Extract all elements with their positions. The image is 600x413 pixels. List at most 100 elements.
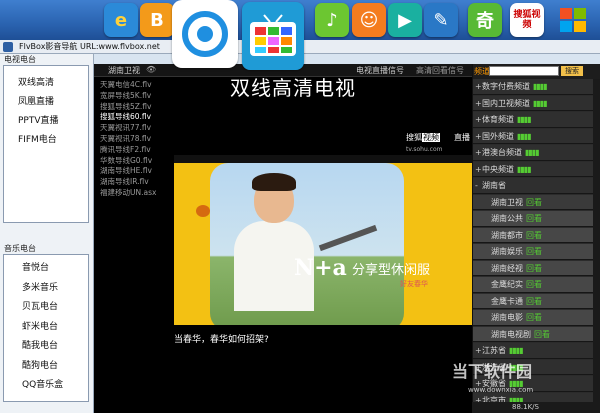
tv-grid-icon bbox=[250, 14, 296, 56]
channel-name: 湖南公共 bbox=[491, 214, 523, 223]
tv-item[interactable]: 凤凰直播 bbox=[4, 93, 88, 112]
sohu-logo: 搜狐视频 bbox=[406, 132, 440, 143]
playlist-item[interactable]: 腾讯导线F2.flv bbox=[100, 145, 172, 156]
music-item[interactable]: 虾米电台 bbox=[4, 318, 88, 338]
tab-hd-playback[interactable]: 高清回看信号 bbox=[416, 65, 464, 76]
music-item[interactable]: 音悦台 bbox=[4, 259, 88, 279]
pptv-icon[interactable] bbox=[172, 0, 238, 68]
playback-link[interactable]: 回看 bbox=[526, 313, 542, 322]
bird-app-icon[interactable]: ✎ bbox=[424, 3, 458, 37]
playback-link[interactable]: 回看 bbox=[526, 198, 542, 207]
channel-item[interactable]: 湖南卫视 回看 bbox=[473, 194, 593, 210]
channel-category[interactable]: +国外频道 ▮▮▮▮ bbox=[473, 128, 593, 145]
qiyi-app-icon[interactable]: 奇 bbox=[468, 3, 502, 37]
expand-icon[interactable]: + bbox=[475, 129, 482, 145]
channel-category[interactable]: +江苏省 ▮▮▮▮ bbox=[473, 343, 593, 359]
channel-item[interactable]: 金鹰纪实 回看 bbox=[473, 277, 593, 293]
playlist-item[interactable]: 华数导线G0.flv bbox=[100, 156, 172, 167]
live-badge: 直播 bbox=[454, 133, 470, 142]
channel-category[interactable]: +国内卫视频道 ▮▮▮▮ bbox=[473, 95, 593, 112]
music-item[interactable]: 贝瓦电台 bbox=[4, 298, 88, 318]
playlist-item[interactable]: 搜狐导线60.flv bbox=[100, 112, 172, 123]
music-group: 音悦台 多米音乐 贝瓦电台 虾米电台 酷我电台 酷狗电台 QQ音乐盒 bbox=[3, 254, 89, 402]
signal-bars-icon: ▮▮▮▮ bbox=[533, 98, 548, 108]
channel-scrollbar[interactable] bbox=[593, 79, 600, 413]
video-area: 湖南卫视 👁 电视直播信号 高清回看信号 天翼电信4C.flv 宽屏导线5K.fl… bbox=[94, 64, 472, 413]
bike-handle bbox=[318, 224, 378, 252]
sohu-video-app-icon[interactable]: 搜狐视频 bbox=[510, 3, 544, 37]
channel-item[interactable]: 湖南都市 回看 bbox=[473, 227, 593, 243]
tv-item[interactable]: PPTV直播 bbox=[4, 112, 88, 131]
channel-item[interactable]: 湖南经视 回看 bbox=[473, 260, 593, 276]
status-bar: 88.1K/S bbox=[472, 402, 600, 413]
playlist-item[interactable]: 宽屏导线5K.flv bbox=[100, 91, 172, 102]
playback-link[interactable]: 回看 bbox=[526, 231, 542, 240]
channel-category[interactable]: +数字付费频道 ▮▮▮▮ bbox=[473, 79, 593, 95]
channel-category-name: 湖南省 bbox=[482, 181, 506, 190]
playlist-item[interactable]: 福建移动UN.asx bbox=[100, 188, 172, 199]
search-button[interactable]: 搜索 bbox=[561, 66, 583, 76]
playlist-item[interactable]: 天翼视讯77.flv bbox=[100, 123, 172, 134]
play-app-icon[interactable]: ▶ bbox=[388, 3, 422, 37]
channel-category[interactable]: - 湖南省 bbox=[473, 178, 593, 194]
playlist-item[interactable]: 湖南导线HE.flv bbox=[100, 166, 172, 177]
playback-link[interactable]: 回看 bbox=[526, 247, 542, 256]
expand-icon[interactable]: + bbox=[475, 96, 482, 112]
channel-item[interactable]: 湖南电视剧 回看 bbox=[473, 326, 593, 342]
playback-link[interactable]: 回看 bbox=[534, 330, 550, 339]
video-frame[interactable]: N+a 分享型休闲服 好友春华 bbox=[174, 155, 472, 325]
channel-category-name: 国外频道 bbox=[482, 131, 514, 141]
music-item[interactable]: QQ音乐盒 bbox=[4, 376, 88, 396]
left-panel: 电视电台 双线高清 凤凰直播 PPTV直播 FIFM电台 音乐电台 音悦台 多米… bbox=[0, 54, 94, 413]
playlist-item[interactable]: 搜狐导线5Z.flv bbox=[100, 102, 172, 113]
tv-item[interactable]: FIFM电台 bbox=[4, 131, 88, 150]
tab-hunan-tv[interactable]: 湖南卫视 bbox=[108, 65, 140, 76]
playback-link[interactable]: 回看 bbox=[526, 264, 542, 273]
expand-icon[interactable]: + bbox=[475, 162, 482, 178]
channel-item[interactable]: 湖南电影 回看 bbox=[473, 310, 593, 326]
baofeng-icon[interactable]: B bbox=[140, 3, 174, 37]
playlist-item[interactable]: 天翼电信4C.flv bbox=[100, 80, 172, 91]
channel-item[interactable]: 金鹰卡通 回看 bbox=[473, 293, 593, 309]
channel-category[interactable]: +体育频道 ▮▮▮▮ bbox=[473, 112, 593, 128]
collapse-icon[interactable]: - bbox=[475, 178, 482, 194]
expand-icon[interactable]: + bbox=[475, 343, 482, 359]
channel-category[interactable]: +港澳台频道 ▮▮▮▮ bbox=[473, 145, 593, 161]
playback-link[interactable]: 回看 bbox=[526, 214, 542, 223]
channel-item[interactable]: 湖南公共 回看 bbox=[473, 211, 593, 227]
expand-icon[interactable]: + bbox=[475, 79, 482, 95]
channel-category[interactable]: +中央频道 ▮▮▮▮ bbox=[473, 161, 593, 178]
channel-name: 湖南经视 bbox=[491, 263, 523, 273]
sohu-url: tv.sohu.com bbox=[406, 146, 443, 153]
playlist-item[interactable]: 湖南导线IR.flv bbox=[100, 177, 172, 188]
music-item[interactable]: 多米音乐 bbox=[4, 279, 88, 299]
channel-name: 湖南电影 bbox=[491, 313, 523, 322]
channel-name: 湖南娱乐 bbox=[491, 247, 523, 256]
expand-icon[interactable]: + bbox=[475, 145, 482, 161]
tv-app-icon[interactable] bbox=[242, 2, 304, 70]
pptv-logo-icon bbox=[182, 11, 228, 57]
eye-icon[interactable]: 👁 bbox=[146, 65, 156, 74]
channel-category-name: 中央频道 bbox=[482, 164, 514, 174]
ad-brand: N+a bbox=[294, 255, 347, 281]
watermark-url: www.downxia.com bbox=[468, 386, 534, 394]
music-item[interactable]: 酷我电台 bbox=[4, 337, 88, 357]
music-item[interactable]: 酷狗电台 bbox=[4, 357, 88, 377]
channel-search-input[interactable] bbox=[489, 66, 559, 76]
channel-item[interactable]: 湖南娱乐 回看 bbox=[473, 244, 593, 260]
tv-item[interactable]: 双线高清 bbox=[4, 74, 88, 93]
smile-app-icon[interactable]: ☺ bbox=[352, 3, 386, 37]
playback-link[interactable]: 回看 bbox=[526, 280, 542, 289]
ie-browser-icon[interactable]: e bbox=[104, 3, 138, 37]
playback-link[interactable]: 回看 bbox=[526, 297, 542, 306]
playlist-item[interactable]: 天翼视讯78.flv bbox=[100, 134, 172, 145]
tv-group: 双线高清 凤凰直播 PPTV直播 FIFM电台 bbox=[3, 65, 89, 223]
tab-live-signal[interactable]: 电视直播信号 bbox=[356, 65, 404, 76]
music-app-icon[interactable]: ♪ bbox=[315, 3, 349, 37]
windows-icon[interactable] bbox=[556, 3, 590, 37]
channel-name: 金鹰纪实 bbox=[491, 280, 523, 289]
expand-icon[interactable]: + bbox=[475, 112, 482, 128]
playlist: 天翼电信4C.flv 宽屏导线5K.flv 搜狐导线5Z.flv 搜狐导线60.flv… bbox=[100, 80, 172, 199]
channel-search-bar: 频道 搜索 bbox=[473, 64, 600, 79]
hunan-tv-logo-icon bbox=[196, 205, 210, 217]
